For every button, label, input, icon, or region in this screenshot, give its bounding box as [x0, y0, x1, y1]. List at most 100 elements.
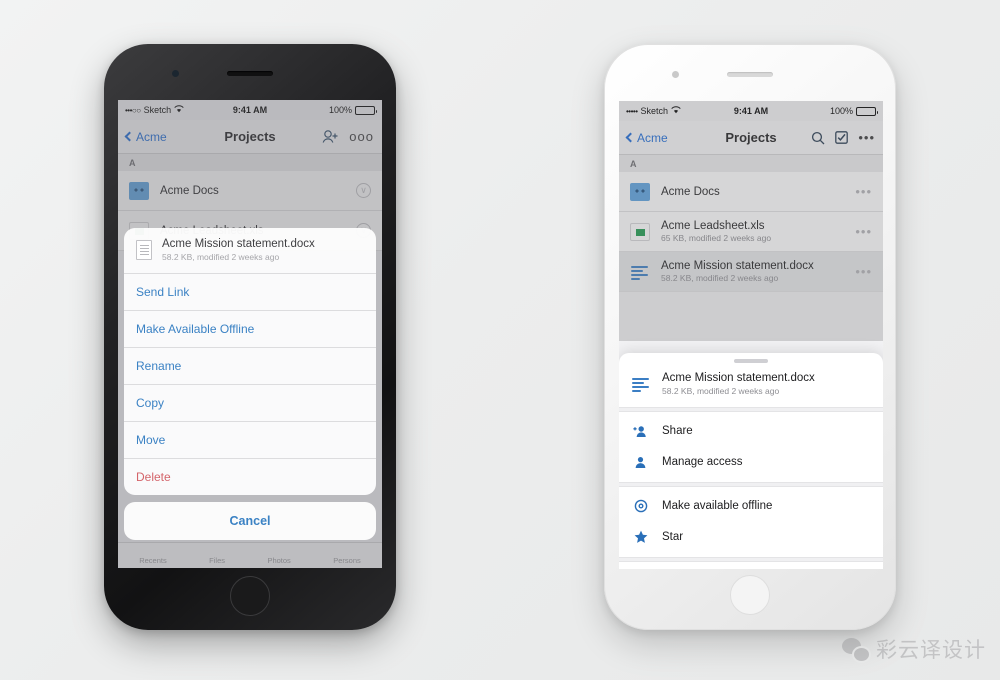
action-sheet-file-meta: 58.2 KB, modified 2 weeks ago	[162, 252, 280, 262]
menu-item-manage-access[interactable]: Manage access	[619, 447, 883, 478]
status-bar-left: •••○○ Sketch	[125, 105, 184, 115]
document-page-icon	[136, 240, 152, 260]
list-item[interactable]: Acme Leadsheet.xls 65 KB, modified 2 wee…	[619, 212, 883, 252]
watermark-text: 彩云译设计	[876, 638, 986, 662]
star-icon	[633, 530, 648, 545]
section-header-a: A	[118, 154, 382, 171]
menu-item-make-available-offline[interactable]: Make available offline	[619, 491, 883, 522]
bottom-sheet-file-title: Acme Mission statement.docx	[662, 371, 815, 384]
spreadsheet-icon	[630, 222, 650, 241]
folder-icon	[129, 181, 149, 200]
tab-persons[interactable]: Persons	[333, 556, 361, 565]
status-bar-time: 9:41 AM	[232, 105, 268, 115]
list-item-subtitle: 58.2 KB, modified 2 weeks ago	[661, 273, 779, 283]
more-horizontal-icon[interactable]: ooo	[349, 130, 374, 143]
chevron-left-icon	[124, 131, 135, 142]
list-item-title: Acme Leadsheet.xls	[661, 220, 765, 232]
front-camera-icon	[172, 70, 179, 77]
bottom-sheet: Acme Mission statement.docx 58.2 KB, mod…	[619, 353, 883, 569]
back-button[interactable]: Acme	[124, 129, 167, 144]
action-sheet: Acme Mission statement.docx 58.2 KB, mod…	[124, 228, 376, 540]
page-title: Projects	[725, 130, 777, 145]
action-make-available-offline[interactable]: Make Available Offline	[124, 311, 376, 348]
offline-circle-icon	[633, 499, 648, 514]
sheet-group-sharing: Share Manage access	[619, 412, 883, 482]
person-add-icon	[633, 424, 648, 439]
more-horizontal-icon[interactable]: •••	[858, 131, 875, 144]
row-overflow-icon[interactable]: •••	[855, 265, 872, 278]
wifi-icon	[174, 105, 184, 115]
cancel-button[interactable]: Cancel	[124, 502, 376, 540]
person-group-icon	[633, 455, 648, 470]
drag-handle[interactable]	[734, 359, 768, 363]
folder-icon	[630, 182, 650, 201]
checkbox-select-icon[interactable]	[835, 131, 849, 144]
action-sheet-card: Acme Mission statement.docx 58.2 KB, mod…	[124, 228, 376, 495]
list-item-title: Acme Docs	[661, 185, 720, 198]
page-title: Projects	[224, 129, 276, 144]
battery-percent-label: 100%	[328, 105, 352, 115]
sheet-group-file-state: Make available offline Star	[619, 487, 883, 557]
home-button[interactable]	[230, 576, 270, 616]
battery-icon	[355, 105, 377, 115]
add-person-icon[interactable]	[322, 129, 339, 144]
watermark: 彩云译设计	[842, 634, 986, 664]
list-item-title: Acme Docs	[160, 184, 219, 197]
list-item[interactable]: Acme Docs •••	[619, 172, 883, 212]
menu-item-label: Share	[662, 425, 693, 437]
menu-item-share[interactable]: Share	[619, 416, 883, 447]
chevron-left-icon	[625, 132, 636, 143]
tab-bar: Recents Files Photos Persons	[118, 542, 382, 568]
action-delete[interactable]: Delete	[124, 459, 376, 495]
action-send-link[interactable]: Send Link	[124, 274, 376, 311]
document-lines-icon	[630, 263, 650, 281]
action-copy[interactable]: Copy	[124, 385, 376, 422]
navigation-actions: •••	[811, 131, 875, 145]
battery-icon	[856, 106, 878, 116]
search-icon[interactable]	[811, 131, 825, 145]
menu-item-label: Star	[662, 531, 684, 543]
row-overflow-icon[interactable]: •••	[855, 185, 872, 198]
list-item-subtitle: 65 KB, modified 2 weeks ago	[661, 233, 772, 243]
navigation-actions: ooo	[322, 129, 374, 144]
menu-item-rename[interactable]: Rename	[619, 566, 883, 570]
list-item[interactable]: Acme Docs ∨	[118, 171, 382, 211]
list-item-title: Acme Mission statement.docx	[661, 260, 814, 272]
signal-dots-icon: •••••	[626, 106, 638, 116]
tab-photos[interactable]: Photos	[267, 556, 290, 565]
action-sheet-header: Acme Mission statement.docx 58.2 KB, mod…	[124, 228, 376, 274]
home-button[interactable]	[730, 575, 770, 615]
status-bar-time: 9:41 AM	[733, 106, 769, 116]
action-rename[interactable]: Rename	[124, 348, 376, 385]
action-sheet-file-title: Acme Mission statement.docx	[162, 238, 315, 250]
status-bar: ••••• Sketch 9:41 AM 100%	[619, 101, 883, 121]
back-button[interactable]: Acme	[625, 130, 668, 145]
right-phone-device: ••••• Sketch 9:41 AM 100% Acme Projects	[604, 44, 896, 630]
status-bar: •••○○ Sketch 9:41 AM 100%	[118, 100, 382, 120]
list-item-selected[interactable]: Acme Mission statement.docx 58.2 KB, mod…	[619, 252, 883, 292]
action-move[interactable]: Move	[124, 422, 376, 459]
tab-recents[interactable]: Recents	[139, 556, 167, 565]
detail-icon[interactable]: ∨	[356, 183, 371, 198]
status-bar-left: ••••• Sketch	[626, 106, 681, 116]
menu-item-star[interactable]: Star	[619, 522, 883, 553]
right-phone-screen: ••••• Sketch 9:41 AM 100% Acme Projects	[619, 101, 883, 569]
menu-item-label: Make available offline	[662, 500, 773, 512]
navigation-bar: Acme Projects •••	[619, 121, 883, 155]
battery-percent-label: 100%	[829, 106, 853, 116]
list-item-texts: Acme Docs	[160, 185, 345, 197]
left-phone-device: •••○○ Sketch 9:41 AM 100% Acme Projects	[104, 44, 396, 630]
navigation-bar: Acme Projects ooo	[118, 120, 382, 154]
section-header-a: A	[619, 155, 883, 172]
signal-dots-icon: •••○○	[125, 105, 141, 115]
document-lines-icon	[631, 375, 651, 393]
tab-files[interactable]: Files	[209, 556, 225, 565]
left-phone-screen: •••○○ Sketch 9:41 AM 100% Acme Projects	[118, 100, 382, 568]
earpiece-speaker	[727, 72, 773, 77]
list-item-texts: Acme Docs	[661, 186, 844, 198]
bottom-sheet-file-meta: 58.2 KB, modified 2 weeks ago	[662, 385, 780, 396]
back-button-label: Acme	[637, 130, 668, 145]
back-button-label: Acme	[136, 129, 167, 144]
row-overflow-icon[interactable]: •••	[855, 225, 872, 238]
file-list: Acme Docs ••• Acme Leadsheet.xls 65 KB, …	[619, 172, 883, 292]
